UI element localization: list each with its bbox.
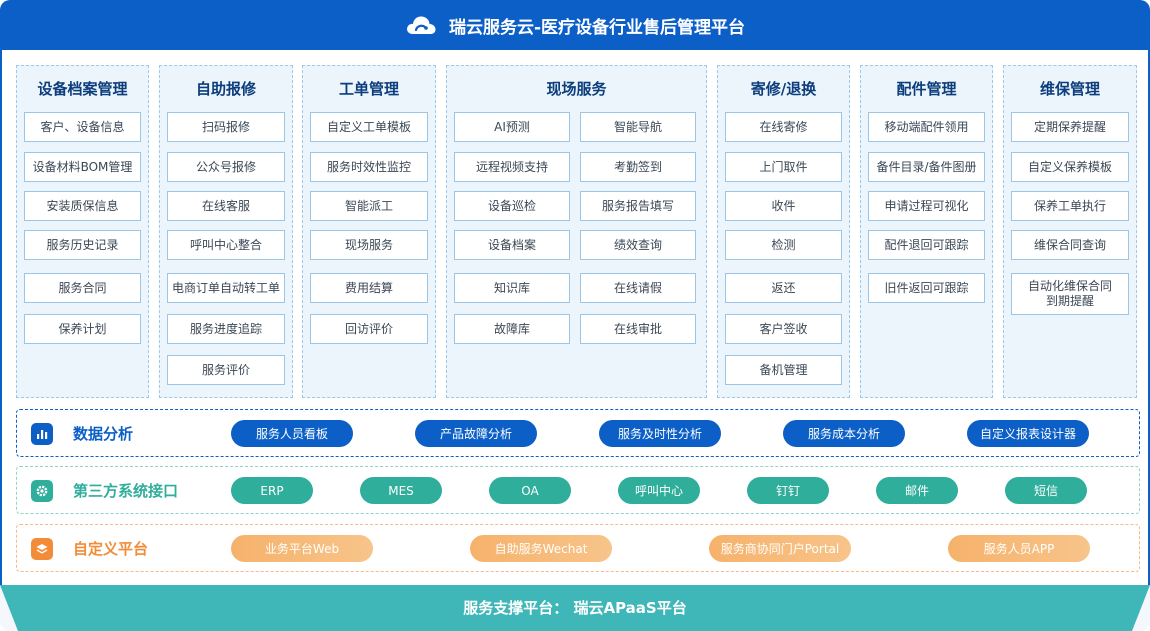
- module-item: 在线寄修: [725, 112, 842, 142]
- custom-platform-title: 自定义平台: [73, 540, 149, 558]
- module-item: 移动端配件领用: [868, 112, 985, 142]
- column-field-service: 现场服务 AI预测 智能导航 远程视频支持 考勤签到 设备巡检 服务报告填写 设备档案 绩效查询…: [446, 65, 707, 398]
- data-analysis-pill: 服务成本分析: [783, 420, 905, 447]
- data-analysis-pill: 服务人员看板: [231, 420, 353, 447]
- module-item: 扫码报修: [167, 112, 285, 142]
- custom-platform-pill: 业务平台Web: [231, 535, 373, 562]
- module-item: 设备档案: [454, 230, 570, 260]
- module-item: 备件目录/备件图册: [868, 152, 985, 182]
- column-parts: 配件管理移动端配件领用 备件目录/备件图册 申请过程可视化 配件退回可跟踪 旧件返回可跟…: [860, 65, 993, 398]
- footer: 服务支撑平台： 瑞云APaaS平台: [0, 585, 1150, 631]
- data-analysis-pill: 服务及时性分析: [599, 420, 721, 447]
- data-analysis-title: 数据分析: [73, 425, 134, 443]
- data-analysis-band: 数据分析 服务人员看板 产品故障分析 服务及时性分析 服务成本分析 自定义报表设计器: [16, 409, 1140, 457]
- module-item: 收件: [725, 191, 842, 221]
- platform-diagram: 瑞云服务云-医疗设备行业售后管理平台 设备档案管理客户、设备信息 设备材料BOM管…: [0, 0, 1150, 631]
- module-item: 知识库: [454, 273, 570, 303]
- cloud-icon: [406, 16, 436, 34]
- module-item: 服务历史记录: [24, 230, 141, 260]
- page-title: 瑞云服务云-医疗设备行业售后管理平台: [448, 17, 746, 38]
- module-item: 在线审批: [580, 314, 696, 344]
- module-item: 在线客服: [167, 191, 285, 221]
- module-item: 定期保养提醒: [1011, 112, 1129, 142]
- column-title: 维保管理: [1039, 80, 1100, 98]
- module-item: 备机管理: [725, 355, 842, 385]
- module-item: 远程视频支持: [454, 152, 570, 182]
- custom-platform-pill: 服务人员APP: [948, 535, 1090, 562]
- module-item: 自定义保养模板: [1011, 152, 1129, 182]
- module-item: 客户签收: [725, 314, 842, 344]
- module-item: 客户、设备信息: [24, 112, 141, 142]
- module-item: 返还: [725, 273, 842, 303]
- gear-icon: [31, 480, 53, 502]
- third-party-pill: 短信: [1005, 477, 1087, 504]
- module-item: 服务评价: [167, 355, 285, 385]
- custom-platform-pill: 自助服务Wechat: [470, 535, 612, 562]
- module-item: 检测: [725, 230, 842, 260]
- module-item: 电商订单自动转工单: [167, 273, 285, 303]
- main-content: 设备档案管理 客户、设备信息 设备材料BOM管理 安装质保信息 服务历史记录 服务合同 保养…: [0, 50, 1150, 585]
- third-party-title: 第三方系统接口: [73, 482, 179, 500]
- module-item: 配件退回可跟踪: [868, 230, 985, 260]
- column-maintenance: 维保管理定期保养提醒 自定义保养模板 保养工单执行 维保合同查询自动化维保合同 到期提…: [1003, 65, 1137, 398]
- module-item: 服务合同: [24, 273, 141, 303]
- module-item: 上门取件: [725, 152, 842, 182]
- module-item: 申请过程可视化: [868, 191, 985, 221]
- module-item: 设备材料BOM管理: [24, 152, 141, 182]
- column-mail-repair: 寄修/退换在线寄修上门取件收件检测返还客户签收备机管理: [717, 65, 850, 398]
- custom-platform-band: 自定义平台 业务平台Web 自助服务Wechat 服务商协同门户Portal 服务人员…: [16, 524, 1140, 572]
- module-item: 智能导航: [580, 112, 696, 142]
- third-party-pill: 钉钉: [747, 477, 829, 504]
- module-item: 在线请假: [580, 273, 696, 303]
- module-item: 呼叫中心整合: [167, 230, 285, 260]
- column-title: 寄修/退换: [750, 80, 817, 98]
- bar-chart-icon: [31, 423, 53, 445]
- module-item: 故障库: [454, 314, 570, 344]
- module-item: 服务进度追踪: [167, 314, 285, 344]
- module-item: 回访评价: [310, 314, 428, 344]
- module-item: 保养计划: [24, 314, 141, 344]
- third-party-pill: MES: [360, 477, 442, 504]
- module-item: 自动化维保合同 到期提醒: [1011, 273, 1129, 315]
- module-item: 智能派工: [310, 191, 428, 221]
- third-party-pill: OA: [489, 477, 571, 504]
- module-item: 服务时效性监控: [310, 152, 428, 182]
- column-self-repair: 自助报修扫码报修公众号报修在线客服呼叫中心整合 电商订单自动转工单 服务进度追踪 服务…: [159, 65, 293, 398]
- module-item: 保养工单执行: [1011, 191, 1129, 221]
- footer-label: 服务支撑平台： 瑞云APaaS平台: [463, 599, 687, 617]
- module-item: 服务报告填写: [580, 191, 696, 221]
- column-title: 工单管理: [338, 80, 399, 98]
- module-item: 考勤签到: [580, 152, 696, 182]
- layers-icon: [31, 538, 53, 560]
- module-item: 维保合同查询: [1011, 230, 1129, 260]
- module-item: AI预测: [454, 112, 570, 142]
- column-work-order: 工单管理自定义工单模板 服务时效性监控 智能派工现场服务费用结算回访评价: [302, 65, 436, 398]
- header: 瑞云服务云-医疗设备行业售后管理平台: [0, 0, 1150, 50]
- column-title: 自助报修: [195, 80, 256, 98]
- module-item: 设备巡检: [454, 191, 570, 221]
- module-item: 安装质保信息: [24, 191, 141, 221]
- third-party-band: 第三方系统接口 ERP MES OA 呼叫中心 钉钉 邮件 短信: [16, 466, 1140, 514]
- module-item: 旧件返回可跟踪: [868, 273, 985, 303]
- module-item: 现场服务: [310, 230, 428, 260]
- column-title: 配件管理: [896, 80, 957, 98]
- custom-platform-pill: 服务商协同门户Portal: [709, 535, 851, 562]
- column-equipment-archive: 设备档案管理客户、设备信息 设备材料BOM管理 安装质保信息 服务历史记录 服务合同保养…: [16, 65, 149, 398]
- column-title: 设备档案管理: [37, 80, 128, 98]
- module-item: 绩效查询: [580, 230, 696, 260]
- third-party-pill: ERP: [231, 477, 313, 504]
- data-analysis-pill: 产品故障分析: [415, 420, 537, 447]
- third-party-pill: 呼叫中心: [618, 477, 700, 504]
- module-item: 公众号报修: [167, 152, 285, 182]
- third-party-pill: 邮件: [876, 477, 958, 504]
- module-item: 自定义工单模板: [310, 112, 428, 142]
- data-analysis-pill: 自定义报表设计器: [967, 420, 1089, 447]
- module-item: 费用结算: [310, 273, 428, 303]
- column-title: 现场服务: [546, 80, 607, 98]
